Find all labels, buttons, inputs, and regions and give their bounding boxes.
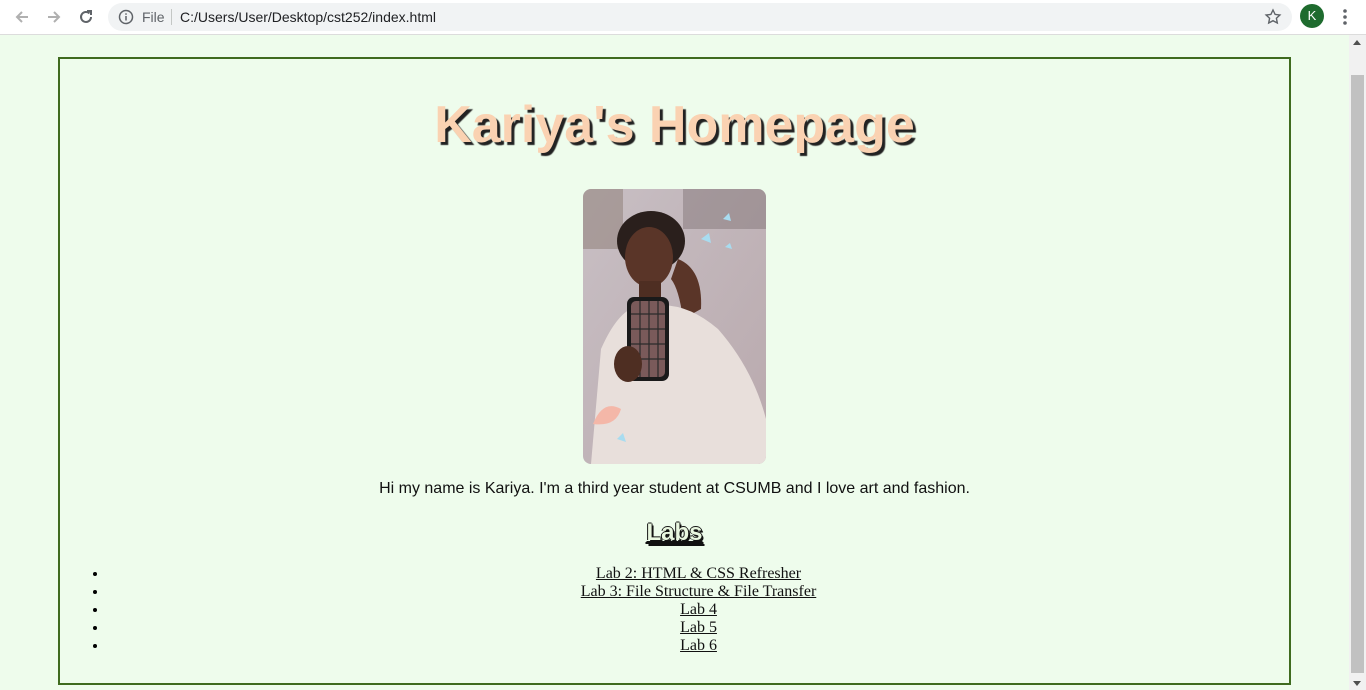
labs-list: Lab 2: HTML & CSS Refresher Lab 3: File … [60, 565, 1289, 655]
file-scheme-label: File [142, 9, 165, 25]
page-title: Kariya's Homepage [434, 96, 915, 154]
lab-link[interactable]: Lab 5 [680, 619, 717, 636]
lab-link[interactable]: Lab 3: File Structure & File Transfer [581, 583, 817, 600]
address-bar[interactable]: File C:/Users/User/Desktop/cst252/index.… [108, 3, 1292, 31]
back-button[interactable] [10, 5, 34, 29]
info-icon[interactable] [118, 9, 134, 25]
address-separator [171, 9, 172, 25]
list-item: Lab 4 [108, 601, 1289, 619]
lab-link[interactable]: Lab 2: HTML & CSS Refresher [596, 565, 801, 582]
lab-link[interactable]: Lab 6 [680, 637, 717, 654]
content-frame: Kariya's Homepage Hi my name is Kariya. … [58, 57, 1291, 685]
list-item: Lab 6 [108, 637, 1289, 655]
star-icon[interactable] [1264, 8, 1282, 26]
profile-photo [583, 189, 766, 464]
browser-toolbar: File C:/Users/User/Desktop/cst252/index.… [0, 0, 1366, 35]
lab-link[interactable]: Lab 4 [680, 601, 717, 618]
list-item: Lab 2: HTML & CSS Refresher [108, 565, 1289, 583]
reload-icon [80, 10, 92, 23]
arrow-left-icon [15, 11, 28, 23]
page-scrollbar[interactable] [1349, 35, 1366, 690]
labs-heading: Labs [646, 519, 703, 546]
scroll-thumb[interactable] [1351, 75, 1364, 673]
profile-avatar[interactable]: K [1300, 4, 1324, 28]
browser-menu-button[interactable] [1336, 5, 1354, 29]
scroll-down-arrow[interactable] [1353, 681, 1361, 686]
bio-text: Hi my name is Kariya. I'm a third year s… [379, 480, 970, 497]
list-item: Lab 3: File Structure & File Transfer [108, 583, 1289, 601]
scroll-up-arrow[interactable] [1353, 40, 1361, 45]
reload-button[interactable] [74, 5, 98, 29]
list-item: Lab 5 [108, 619, 1289, 637]
url-text[interactable]: C:/Users/User/Desktop/cst252/index.html [180, 9, 436, 25]
forward-button[interactable] [42, 5, 66, 29]
arrow-right-icon [48, 11, 61, 23]
more-vertical-icon [1343, 9, 1347, 25]
